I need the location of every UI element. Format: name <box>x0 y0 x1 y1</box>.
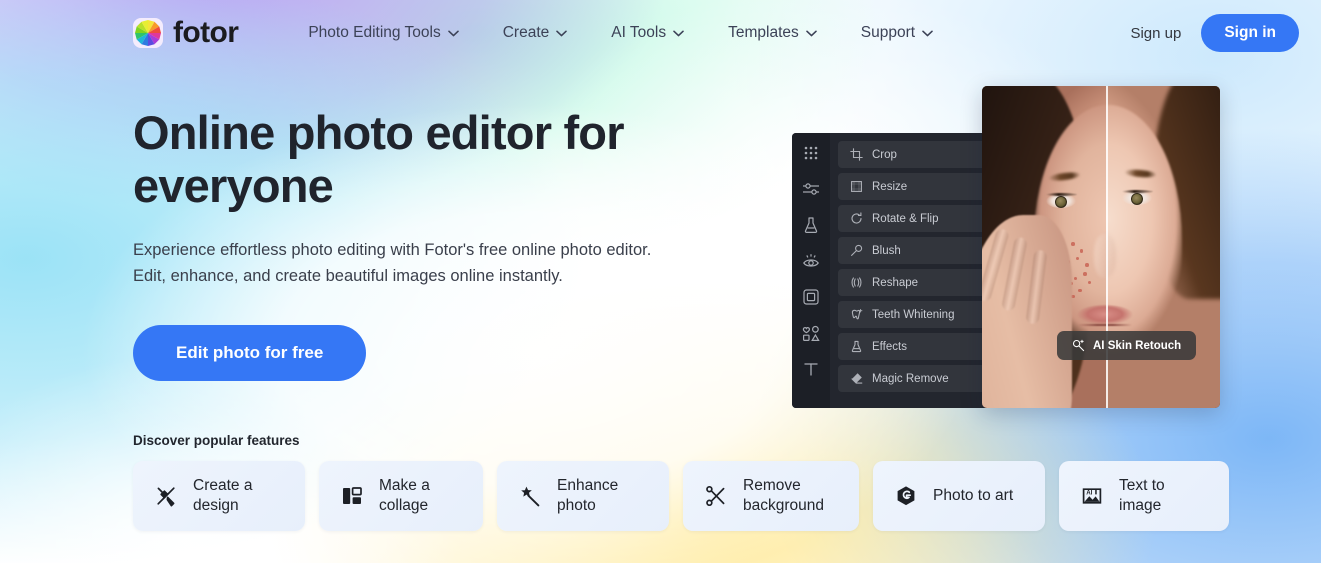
ai-image-icon: AI <box>1081 485 1103 507</box>
chevron-down-icon <box>556 30 568 37</box>
feature-label: Photo to art <box>933 487 1014 505</box>
brand-logo[interactable]: fotor <box>133 16 239 49</box>
site-header: fotor Photo Editing Tools Create AI Tool… <box>0 0 1321 66</box>
tool-label: Rotate & Flip <box>872 212 939 225</box>
tool-label: Blush <box>872 244 901 257</box>
feature-label: Text to image <box>1119 477 1165 514</box>
svg-text:AI: AI <box>1086 490 1092 497</box>
feature-label: Make a collage <box>379 477 430 514</box>
text-icon[interactable] <box>802 360 820 378</box>
nav-item-templates[interactable]: Templates <box>706 16 839 50</box>
tool-label: Resize <box>872 180 908 193</box>
feature-label: Enhance photo <box>557 477 619 514</box>
nav-item-create[interactable]: Create <box>481 16 590 50</box>
tool-label: Effects <box>872 340 907 353</box>
eraser-icon <box>850 372 863 385</box>
chevron-down-icon <box>805 30 817 37</box>
scissors-icon <box>705 485 727 507</box>
blush-icon <box>850 244 863 257</box>
frame-icon[interactable] <box>802 288 820 306</box>
effects-icon <box>850 340 863 353</box>
popular-features-row: Create a design Make a collage Enhance p… <box>133 461 1229 531</box>
hero-copy: Online photo editor for everyone Experie… <box>133 106 733 381</box>
ai-skin-retouch-tooltip: AI Skin Retouch <box>1057 331 1197 360</box>
page-title: Online photo editor for everyone <box>133 106 625 213</box>
edit-photo-for-free-button[interactable]: Edit photo for free <box>133 324 367 381</box>
feature-card-remove-background[interactable]: Remove background <box>683 461 859 531</box>
feature-label: Create a design <box>193 477 253 514</box>
nav-item-support[interactable]: Support <box>839 16 955 50</box>
tool-label: Teeth Whitening <box>872 308 955 321</box>
nav-label: Support <box>860 24 916 41</box>
hexagon-g-icon <box>895 485 917 507</box>
feature-card-photo-to-art[interactable]: Photo to art <box>873 461 1045 531</box>
shapes-icon[interactable] <box>802 324 820 342</box>
nav-item-photo-editing-tools[interactable]: Photo Editing Tools <box>286 16 480 50</box>
feature-card-enhance-photo[interactable]: Enhance photo <box>497 461 669 531</box>
tooltip-label: AI Skin Retouch <box>1093 339 1182 352</box>
hero-subtitle: Experience effortless photo editing with… <box>133 241 652 286</box>
eye-retouch-icon[interactable] <box>802 252 820 270</box>
feature-label: Remove background <box>743 477 825 514</box>
feature-card-create-a-design[interactable]: Create a design <box>133 461 305 531</box>
chevron-down-icon <box>673 30 684 37</box>
header-actions: Sign up Sign in <box>1130 14 1299 52</box>
resize-icon <box>850 180 863 193</box>
magic-wand-sparkle-icon <box>1072 339 1085 352</box>
tool-label: Reshape <box>872 276 919 289</box>
crop-icon <box>850 148 863 161</box>
sign-in-button[interactable]: Sign in <box>1201 14 1299 52</box>
main-nav: Photo Editing Tools Create AI Tools Temp… <box>286 16 955 50</box>
reshape-icon <box>850 276 863 289</box>
pen-brush-icon <box>155 485 177 507</box>
sign-up-link[interactable]: Sign up <box>1130 25 1181 42</box>
magic-wand-icon <box>519 485 541 507</box>
tooth-icon <box>850 308 863 321</box>
rotate-icon <box>850 212 863 225</box>
fotor-homepage: fotor Photo Editing Tools Create AI Tool… <box>0 0 1321 563</box>
collage-icon <box>341 485 363 507</box>
beauty-flask-icon[interactable] <box>802 216 820 234</box>
feature-card-text-to-image[interactable]: AI Text to image <box>1059 461 1229 531</box>
nav-label: AI Tools <box>611 24 667 41</box>
grid-dots-icon[interactable] <box>802 144 820 162</box>
chevron-down-icon <box>447 30 459 37</box>
nav-item-ai-tools[interactable]: AI Tools <box>589 16 706 50</box>
adjust-sliders-icon[interactable] <box>802 180 820 198</box>
brand-name: fotor <box>173 16 239 49</box>
color-wheel-icon <box>133 18 163 48</box>
feature-card-make-a-collage[interactable]: Make a collage <box>319 461 483 531</box>
chevron-down-icon <box>922 30 933 37</box>
nav-label: Templates <box>728 24 799 41</box>
tool-label: Magic Remove <box>872 372 949 385</box>
editor-sidebar-rail <box>792 133 830 408</box>
features-heading: Discover popular features <box>133 433 300 448</box>
nav-label: Photo Editing Tools <box>308 24 441 41</box>
nav-label: Create <box>502 24 550 41</box>
tool-label: Crop <box>872 148 897 161</box>
